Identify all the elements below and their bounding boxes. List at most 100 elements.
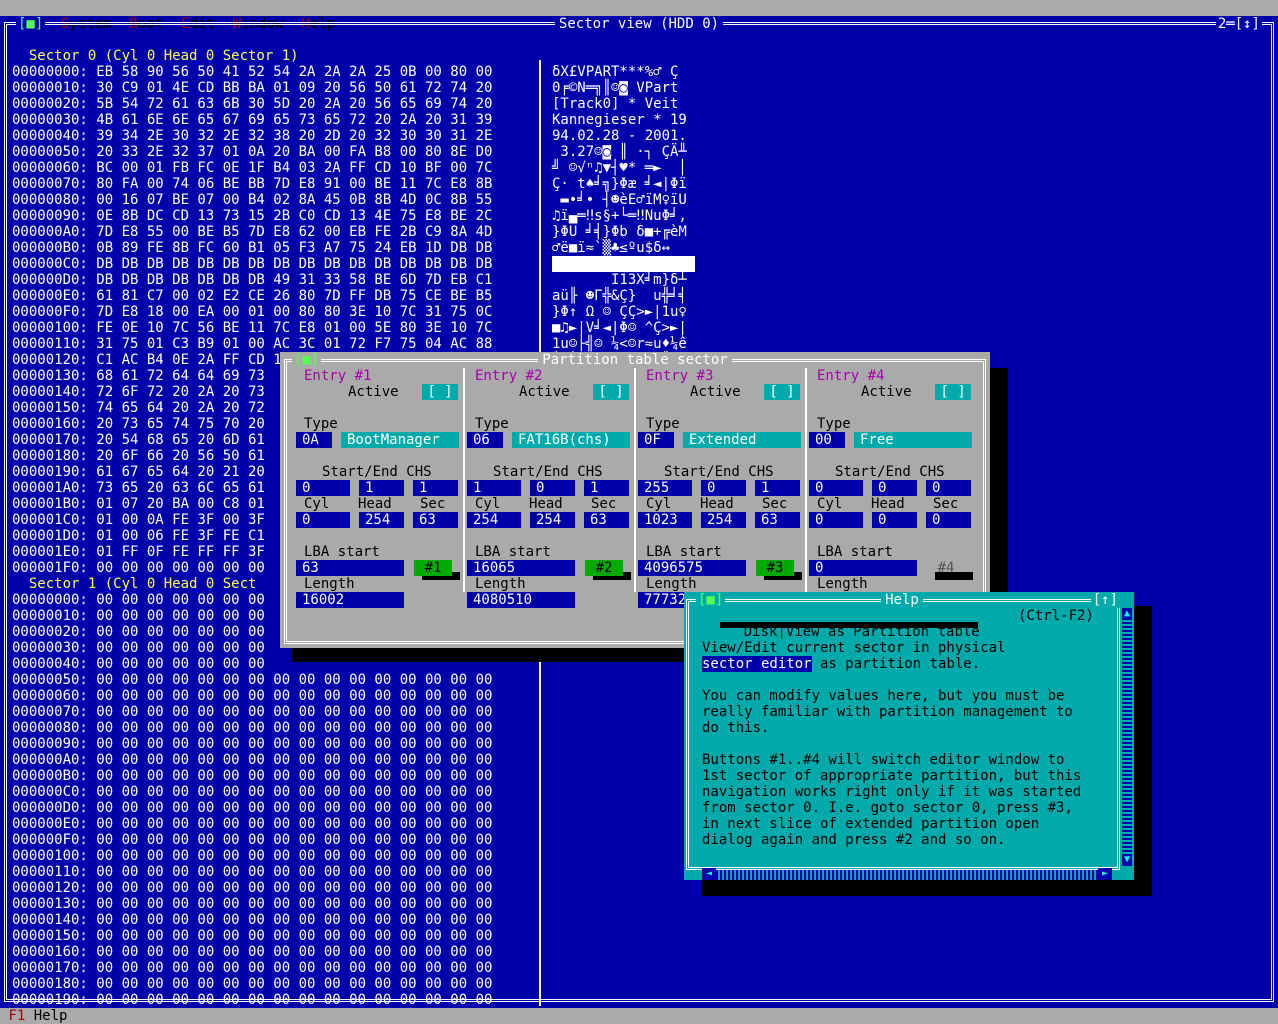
start-head-field[interactable]: 0 <box>872 480 917 496</box>
ascii-row[interactable]: ▬•╛• ┤☻èE♂ïM♀ïU <box>552 192 695 208</box>
type-code-field[interactable]: 0A <box>296 432 332 448</box>
help-vscroll-track[interactable] <box>1122 622 1132 852</box>
hex-row[interactable]: 00000030: 4B 61 6E 6E 65 67 69 65 73 65 … <box>12 112 492 128</box>
hex-row[interactable]: 00000160: 00 00 00 00 00 00 00 00 00 00 … <box>12 944 492 960</box>
hex-row[interactable]: 00000090: 00 00 00 00 00 00 00 00 00 00 … <box>12 736 492 752</box>
ascii-row[interactable]: δX£VPART***%♂ Ç <box>552 64 695 80</box>
hex-row[interactable]: 00000110: 00 00 00 00 00 00 00 00 00 00 … <box>12 864 492 880</box>
hex-row[interactable]: 00000130: 00 00 00 00 00 00 00 00 00 00 … <box>12 896 492 912</box>
hex-row[interactable]: 00000050: 20 33 2E 32 37 01 0A 20 BA 00 … <box>12 144 492 160</box>
end-cyl-field[interactable]: 1023 <box>638 512 692 528</box>
hex-row[interactable]: 00000070: 80 FA 00 74 06 BE BB 7D E8 91 … <box>12 176 492 192</box>
help-topic-partition[interactable]: View as Partition table <box>786 624 980 640</box>
end-cyl-field[interactable]: 254 <box>467 512 521 528</box>
lba-start-field[interactable]: 16065 <box>467 560 575 576</box>
ascii-row[interactable]: [Track0] * Veit <box>552 96 695 112</box>
end-head-field[interactable]: 254 <box>530 512 575 528</box>
hex-row[interactable]: 00000080: 00 00 00 00 00 00 00 00 00 00 … <box>12 720 492 736</box>
end-sec-field[interactable]: 63 <box>584 512 629 528</box>
help-hscroll-track[interactable] <box>716 870 1100 880</box>
hex-row[interactable]: 00000100: FE 0E 10 7C 56 BE 11 7C E8 01 … <box>12 320 492 336</box>
hex-row[interactable]: 00000100: 00 00 00 00 00 00 00 00 00 00 … <box>12 848 492 864</box>
start-cyl-field[interactable]: 255 <box>638 480 692 496</box>
active-checkbox[interactable]: [ ] <box>935 384 971 400</box>
lba-start-field[interactable]: 0 <box>809 560 917 576</box>
start-cyl-field[interactable]: 0 <box>809 480 863 496</box>
type-name-field[interactable]: Free <box>854 432 972 448</box>
end-head-field[interactable]: 0 <box>872 512 917 528</box>
goto-partition-button[interactable]: #4 <box>927 560 965 576</box>
hex-row[interactable]: 000000E0: 00 00 00 00 00 00 00 00 00 00 … <box>12 816 492 832</box>
ascii-row[interactable]: 3.27☺◙ ║ ·┐ ÇÄ╨ <box>552 144 695 160</box>
scroll-down-icon[interactable]: ▼ <box>1122 854 1132 866</box>
end-cyl-field[interactable]: 0 <box>296 512 350 528</box>
ascii-row[interactable]: aü╟ ☻Γ╬&Ç} u╬╛╡ <box>552 288 695 304</box>
hex-row[interactable]: 00000120: 00 00 00 00 00 00 00 00 00 00 … <box>12 880 492 896</box>
status-help-shortcut[interactable]: F1 Help <box>0 1008 67 1024</box>
ascii-row[interactable]: 0╒©N═╗║☺◙ VPart <box>552 80 695 96</box>
ascii-row[interactable]: I13X╛m}δ┴ <box>552 272 695 288</box>
ascii-row[interactable]: }Φ↑ Ω ☺ ÇÇ>►|1u♀ <box>552 304 695 320</box>
hex-row[interactable]: 000000B0: 00 00 00 00 00 00 00 00 00 00 … <box>12 768 492 784</box>
hex-row[interactable]: 000000C0: DB DB DB DB DB DB DB DB DB DB … <box>12 256 492 272</box>
start-sec-field[interactable]: 1 <box>413 480 458 496</box>
goto-partition-button[interactable]: #1 <box>414 560 452 576</box>
hex-row[interactable]: 00000060: BC 00 01 FB FC 0E 1F B4 03 2A … <box>12 160 492 176</box>
ascii-row[interactable]: ♂ë■ï≈`▒♣≤ºu$δ↔ <box>552 240 695 256</box>
ascii-row[interactable]: 1u☺├╣☺ ¼<☺r≈u♦¼ê <box>552 336 695 352</box>
scroll-right-icon[interactable]: ► <box>1098 868 1112 880</box>
length-field[interactable]: 4080510 <box>467 592 575 608</box>
type-code-field[interactable]: 0F <box>638 432 674 448</box>
lba-start-field[interactable]: 63 <box>296 560 404 576</box>
hex-row[interactable]: 00000010: 30 C9 01 4E CD BB BA 01 09 20 … <box>12 80 492 96</box>
hex-row[interactable]: 00000190: 00 00 00 00 00 00 00 00 00 00 … <box>12 992 492 1008</box>
end-sec-field[interactable]: 63 <box>755 512 800 528</box>
ascii-row[interactable]: Ç· t♠╛╗}Φæ ╛◄|Φï <box>552 176 695 192</box>
hex-row[interactable]: 00000090: 0E 8B DC CD 13 73 15 2B C0 CD … <box>12 208 492 224</box>
start-cyl-field[interactable]: 1 <box>467 480 521 496</box>
active-checkbox[interactable]: [ ] <box>422 384 458 400</box>
hex-row[interactable]: 000000F0: 00 00 00 00 00 00 00 00 00 00 … <box>12 832 492 848</box>
end-cyl-field[interactable]: 0 <box>809 512 863 528</box>
hex-row[interactable]: 000000A0: 00 00 00 00 00 00 00 00 00 00 … <box>12 752 492 768</box>
goto-partition-button[interactable]: #3 <box>756 560 794 576</box>
hex-row[interactable]: 00000060: 00 00 00 00 00 00 00 00 00 00 … <box>12 688 492 704</box>
help-link-sector-editor[interactable]: sector editor <box>702 656 812 672</box>
lba-start-field[interactable]: 4096575 <box>638 560 746 576</box>
start-head-field[interactable]: 1 <box>359 480 404 496</box>
hex-row[interactable]: 00000180: 00 00 00 00 00 00 00 00 00 00 … <box>12 976 492 992</box>
end-head-field[interactable]: 254 <box>359 512 404 528</box>
start-head-field[interactable]: 0 <box>701 480 746 496</box>
start-cyl-field[interactable]: 0 <box>296 480 350 496</box>
hex-row[interactable]: 000000B0: 0B 89 FE 8B FC 60 B1 05 F3 A7 … <box>12 240 492 256</box>
hex-row[interactable]: 00000040: 39 34 2E 30 32 2E 32 38 20 2D … <box>12 128 492 144</box>
hex-row[interactable]: 000000D0: DB DB DB DB DB DB DB 49 31 33 … <box>12 272 492 288</box>
hex-row[interactable]: 00000140: 00 00 00 00 00 00 00 00 00 00 … <box>12 912 492 928</box>
start-sec-field[interactable]: 1 <box>755 480 800 496</box>
active-checkbox[interactable]: [ ] <box>764 384 800 400</box>
hex-row[interactable]: 000000A0: 7D E8 55 00 BE B5 7D E8 62 00 … <box>12 224 492 240</box>
end-head-field[interactable]: 254 <box>701 512 746 528</box>
help-vertical-scrollbar[interactable]: ▲ ▼ <box>1122 608 1132 866</box>
start-head-field[interactable]: 0 <box>530 480 575 496</box>
ascii-row[interactable]: }ΦU ╛╡}Φb δ■+╔èM <box>552 224 695 240</box>
active-checkbox[interactable]: [ ] <box>593 384 629 400</box>
hex-row[interactable]: 00000000: EB 58 90 56 50 41 52 54 2A 2A … <box>12 64 492 80</box>
goto-partition-button[interactable]: #2 <box>585 560 623 576</box>
hex-row[interactable]: 000000E0: 61 81 C7 00 02 E2 CE 26 80 7D … <box>12 288 492 304</box>
type-code-field[interactable]: 00 <box>809 432 845 448</box>
start-sec-field[interactable]: 1 <box>584 480 629 496</box>
scroll-up-icon[interactable]: ▲ <box>1122 608 1132 620</box>
hex-row[interactable]: 00000110: 31 75 01 C3 B9 01 00 AC 3C 01 … <box>12 336 492 352</box>
help-zoom-button[interactable]: [↑] <box>1090 592 1120 608</box>
hex-row[interactable]: 00000020: 5B 54 72 61 63 6B 30 5D 20 2A … <box>12 96 492 112</box>
scroll-left-icon[interactable]: ◄ <box>702 868 716 880</box>
hex-row[interactable]: 00000080: 00 16 07 BE 07 00 B4 02 8A 45 … <box>12 192 492 208</box>
hex-row[interactable]: 000000D0: 00 00 00 00 00 00 00 00 00 00 … <box>12 800 492 816</box>
type-name-field[interactable]: FAT16B(chs) <box>512 432 630 448</box>
ascii-row[interactable]: 94.02.28 - 2001. <box>552 128 695 144</box>
end-sec-field[interactable]: 0 <box>926 512 971 528</box>
sector-window-number[interactable]: 2═[↕] <box>1215 16 1262 32</box>
hex-row[interactable]: 00000170: 00 00 00 00 00 00 00 00 00 00 … <box>12 960 492 976</box>
ascii-dump[interactable]: δX£VPART***%♂ Ç 0╒©N═╗║☺◙ VPart [Track0] … <box>552 64 696 368</box>
